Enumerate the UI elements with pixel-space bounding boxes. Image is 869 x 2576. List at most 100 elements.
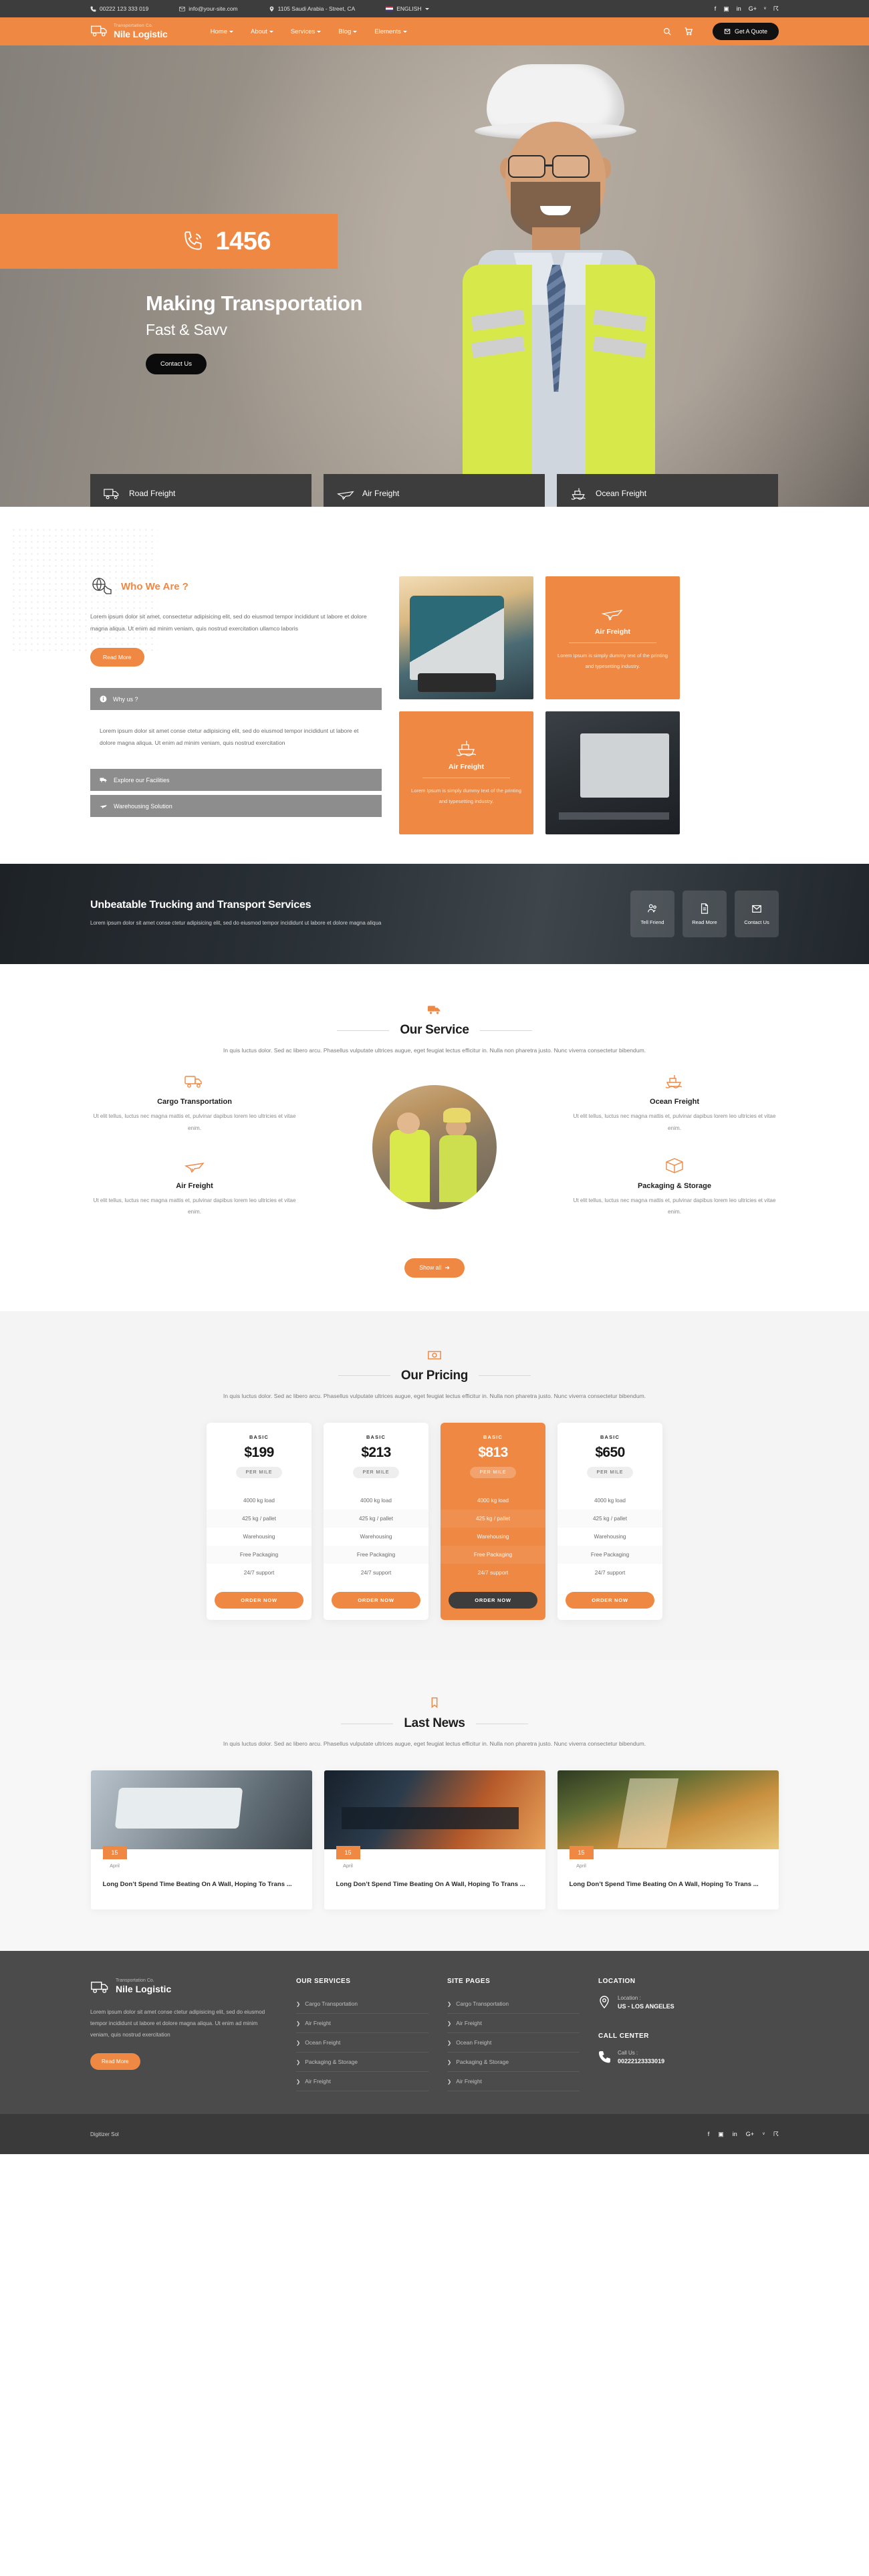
plan-feature: Warehousing xyxy=(477,1534,509,1540)
footer-link[interactable]: ❯ Air Freight xyxy=(296,2014,428,2034)
nav-item-services[interactable]: Services xyxy=(291,28,322,35)
footer-brand-name: Nile Logistic xyxy=(116,1983,172,1994)
plan-price: $213 xyxy=(361,1445,391,1461)
top-bar: 00222 123 333 019 info@your-site.com 110… xyxy=(0,0,869,17)
rss-icon[interactable]: ☈ xyxy=(773,2131,779,2138)
tile-ocean-freight-card[interactable]: Air Freight Lorem Ipsum is simply dummy … xyxy=(399,711,533,834)
contact-us-button[interactable]: Contact Us xyxy=(735,891,779,937)
service-item-packaging-storage[interactable]: Packaging & Storage Ut elit tellus, luct… xyxy=(570,1157,779,1218)
service-item-title: Ocean Freight xyxy=(650,1098,699,1106)
topbar-phone[interactable]: 00222 123 333 019 xyxy=(90,5,148,12)
twitter-icon[interactable]: ᵛ xyxy=(763,2131,765,2138)
nav-item-home[interactable]: Home xyxy=(211,28,233,35)
quote-icon xyxy=(724,29,731,34)
googleplus-icon[interactable]: G+ xyxy=(746,2131,754,2138)
hero-service-cards: Road Freight Chances are unless you are … xyxy=(0,474,869,507)
show-all-button[interactable]: Show all ➜ xyxy=(404,1258,465,1278)
money-icon xyxy=(90,1349,779,1365)
footer-link[interactable]: ❯ Air Freight xyxy=(296,2072,428,2092)
topbar-email-text: info@your-site.com xyxy=(189,5,238,12)
topbar-email[interactable]: info@your-site.com xyxy=(179,5,238,12)
section-title: Last News xyxy=(404,1716,465,1731)
service-item-title: Air Freight xyxy=(176,1181,213,1190)
twitter-icon[interactable]: ᵛ xyxy=(764,5,766,12)
news-card[interactable]: 15 April Long Don’t Spend Time Beating O… xyxy=(324,1770,545,1910)
linkedin-icon[interactable]: in xyxy=(737,5,741,12)
hero-contact-button[interactable]: Contact Us xyxy=(146,353,207,374)
chevron-right-icon: ❯ xyxy=(296,2020,301,2026)
hero-card-air-freight[interactable]: Air Freight Chances are unless you are v… xyxy=(324,474,545,507)
youtube-icon[interactable]: ▣ xyxy=(718,2131,724,2138)
googleplus-icon[interactable]: G+ xyxy=(749,5,757,12)
nav-item-blog[interactable]: Blog xyxy=(338,28,358,35)
order-now-button[interactable]: ORDER NOW xyxy=(449,1592,537,1609)
plan-feature: 24/7 support xyxy=(477,1570,509,1576)
order-now-button[interactable]: ORDER NOW xyxy=(215,1592,303,1609)
cta-banner-text: Lorem ipsum dolor sit amet conse ctetur … xyxy=(90,919,382,926)
accordion-item-warehousing[interactable]: Warehousing Solution xyxy=(90,795,382,818)
location-pin-icon xyxy=(600,1996,609,2009)
footer-link[interactable]: ❯ Air Freight xyxy=(447,2072,580,2092)
plan-feature: Warehousing xyxy=(324,1528,428,1546)
section-subtitle: In quis luctus dolor. Sed ac libero arcu… xyxy=(223,1392,646,1399)
tile-night-truck-photo xyxy=(545,711,680,834)
globe-hand-icon xyxy=(92,578,112,594)
divider xyxy=(338,1375,390,1377)
pricing-card: BASIC $213 PER MILE 4000 kg load 425 kg … xyxy=(324,1423,428,1621)
worker-head xyxy=(397,1113,420,1134)
facebook-icon[interactable]: f xyxy=(715,5,717,12)
footer-link[interactable]: ❯ Packaging & Storage xyxy=(447,2053,580,2073)
news-thumbnail: 15 April xyxy=(90,1770,312,1873)
tile-air-freight-card[interactable]: Air Freight Lorem Ipsum is simply dummy … xyxy=(545,576,680,699)
order-now-button[interactable]: ORDER NOW xyxy=(332,1592,420,1609)
cart-icon[interactable] xyxy=(685,27,693,35)
cta-banner-title: Unbeatable Trucking and Transport Servic… xyxy=(90,899,312,911)
footer-link[interactable]: ❯ Air Freight xyxy=(447,2014,580,2034)
footer-link[interactable]: ❯ Cargo Transportation xyxy=(296,1994,428,2014)
footer-read-more-button[interactable]: Read More xyxy=(90,2053,140,2070)
facebook-icon[interactable]: f xyxy=(708,2131,710,2138)
footer-logo[interactable]: Transportation Co. Nile Logistic xyxy=(90,1978,277,1995)
tile-text: Lorem Ipsum is simply dummy text of the … xyxy=(557,652,668,669)
footer-link[interactable]: ❯ Ocean Freight xyxy=(296,2033,428,2053)
youtube-icon[interactable]: ▣ xyxy=(723,5,729,12)
search-icon[interactable] xyxy=(663,27,671,35)
footer-pages-column: SITE PAGES ❯ Cargo Transportation ❯ Air Fr… xyxy=(447,1978,580,2092)
read-more-button[interactable]: Read More xyxy=(682,891,727,937)
chevron-right-icon: ❯ xyxy=(447,2020,452,2026)
rss-icon[interactable]: ☈ xyxy=(773,5,779,12)
news-card[interactable]: 15 April Long Don’t Spend Time Beating O… xyxy=(557,1770,779,1910)
truck-icon xyxy=(104,489,119,499)
envelope-icon xyxy=(179,6,186,11)
section-subtitle: In quis luctus dolor. Sed ac libero arcu… xyxy=(223,1047,646,1054)
hero-subtitle: Fast & Savv xyxy=(146,320,227,338)
footer-link[interactable]: ❯ Cargo Transportation xyxy=(447,1994,580,2014)
accordion-header-why-us[interactable]: Why us ? xyxy=(90,688,382,711)
about-heading: Who We Are ? xyxy=(121,580,189,592)
about-read-more-button[interactable]: Read More xyxy=(90,648,144,667)
nav-item-elements[interactable]: Elements xyxy=(374,28,407,35)
footer-link[interactable]: ❯ Packaging & Storage xyxy=(296,2053,428,2073)
service-item-text: Ut elit tellus, luctus nec magna mattis … xyxy=(573,1197,776,1215)
get-a-quote-button[interactable]: Get A Quote xyxy=(712,23,779,40)
order-now-button[interactable]: ORDER NOW xyxy=(566,1592,654,1609)
service-item-ocean-freight[interactable]: Ocean Freight Ut elit tellus, luctus nec… xyxy=(570,1073,779,1134)
tell-friend-button[interactable]: Tell Friend xyxy=(630,891,674,937)
linkedin-icon[interactable]: in xyxy=(733,2131,737,2138)
hero-card-ocean-freight[interactable]: Ocean Freight Chances are unless you are… xyxy=(557,474,778,507)
topbar-language[interactable]: ENGLISH xyxy=(386,5,429,12)
news-card[interactable]: 15 April Long Don’t Spend Time Beating O… xyxy=(90,1770,312,1910)
service-item-cargo-transportation[interactable]: Cargo Transportation Ut elit tellus, luc… xyxy=(90,1073,299,1134)
footer-link[interactable]: ❯ Ocean Freight xyxy=(447,2033,580,2053)
accordion-item-facilities[interactable]: Explore our Facilities xyxy=(90,769,382,792)
hero-card-title: Road Freight xyxy=(129,489,176,498)
news-day: 15 xyxy=(336,1846,360,1860)
news-month: April xyxy=(569,1859,594,1873)
nav-item-about[interactable]: About xyxy=(251,28,273,35)
hero-card-road-freight[interactable]: Road Freight Chances are unless you are … xyxy=(90,474,312,507)
service-item-air-freight[interactable]: Air Freight Ut elit tellus, luctus nec m… xyxy=(90,1157,299,1218)
brand-logo[interactable]: Transportation Co. Nile Logistic xyxy=(90,22,168,41)
plan-period: PER MILE xyxy=(352,1467,400,1479)
last-news-heading: Last News In quis luctus dolor. Sed ac l… xyxy=(90,1696,779,1750)
document-icon xyxy=(701,903,709,914)
